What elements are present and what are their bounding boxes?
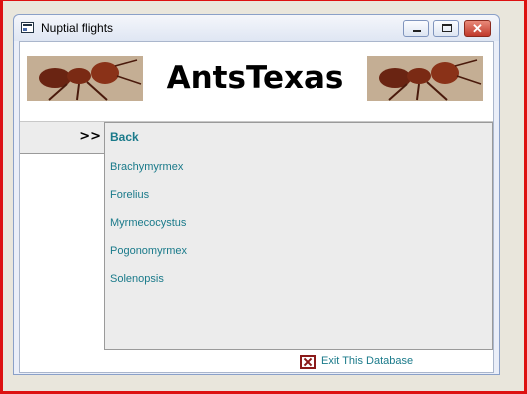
menu-item-pogonomyrmex[interactable]: Pogonomyrmex — [110, 245, 187, 257]
menu-item-brachymyrmex[interactable]: Brachymyrmex — [110, 161, 183, 173]
banner: AntsTexas — [20, 42, 493, 120]
record-selector[interactable]: >> — [20, 122, 104, 154]
form-icon — [21, 22, 34, 33]
record-selector-mark: >> — [79, 129, 101, 144]
ant-photo-right — [367, 56, 483, 101]
back-link[interactable]: Back — [110, 130, 139, 144]
close-icon: ✕ — [472, 21, 483, 36]
banner-title: AntsTexas — [166, 60, 344, 96]
exit-database-label: Exit This Database — [321, 355, 414, 367]
window-title: Nuptial flights — [41, 21, 114, 35]
maximize-icon — [442, 24, 452, 32]
maximize-button[interactable] — [433, 20, 459, 37]
form-body: AntsTexas >> Back Brachymyrmex Forelius … — [19, 41, 494, 373]
title-bar[interactable]: Nuptial flights ✕ — [14, 15, 499, 41]
ant-photo-left — [27, 56, 143, 101]
menu-item-forelius[interactable]: Forelius — [110, 189, 149, 201]
exit-icon — [300, 355, 316, 369]
menu-item-solenopsis[interactable]: Solenopsis — [110, 273, 164, 285]
form-window: Nuptial flights ✕ AntsTexas >> Back Brac… — [13, 14, 500, 375]
minimize-button[interactable] — [403, 20, 429, 37]
minimize-icon — [413, 30, 421, 32]
menu-item-myrmecocystus[interactable]: Myrmecocystus — [110, 217, 186, 229]
close-button[interactable]: ✕ — [464, 20, 491, 37]
menu-panel: Back Brachymyrmex Forelius Myrmecocystus… — [104, 122, 493, 350]
